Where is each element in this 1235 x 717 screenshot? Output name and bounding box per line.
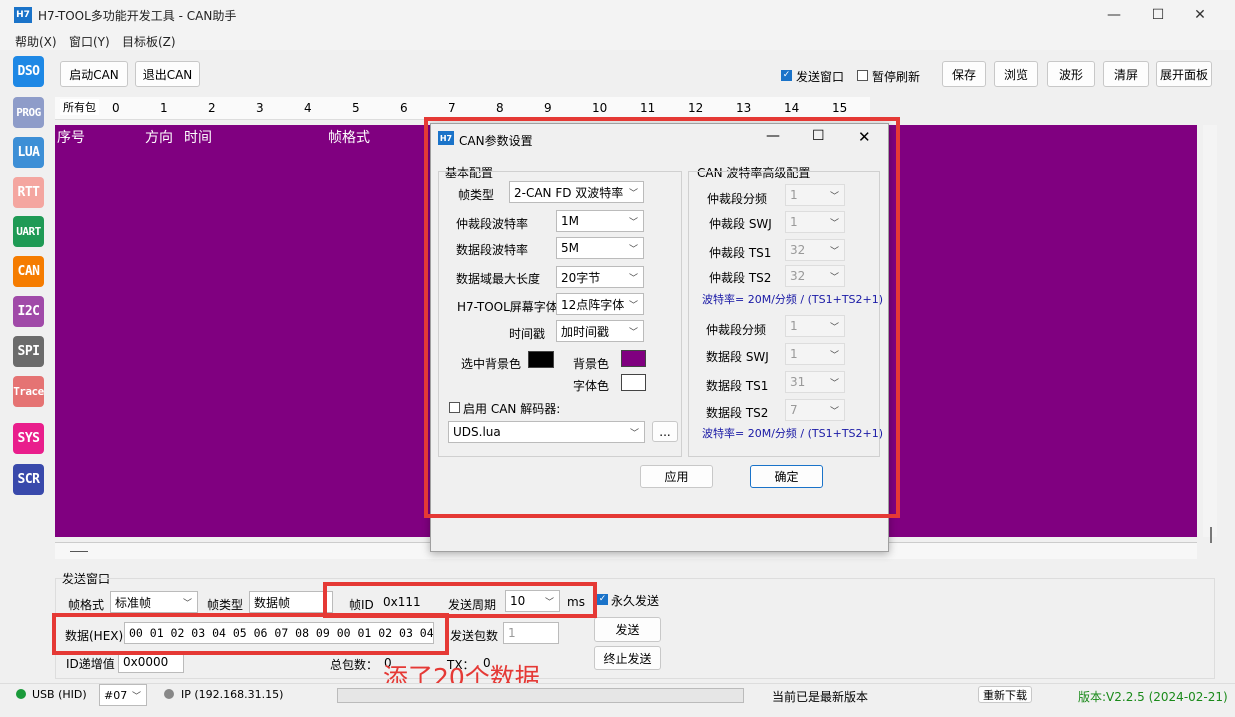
- send-window-label: 发送窗口: [796, 70, 845, 84]
- tab-8[interactable]: 8: [496, 101, 504, 115]
- chevron-down-icon: ﹀: [131, 692, 141, 702]
- splitter-handle[interactable]: [70, 551, 88, 552]
- ip-status: IP (192.168.31.15): [181, 688, 284, 701]
- tab-1[interactable]: 1: [160, 101, 168, 115]
- tab-9[interactable]: 9: [544, 101, 552, 115]
- tab-12[interactable]: 12: [688, 101, 703, 115]
- sidebar-scr-button[interactable]: SCR: [13, 464, 44, 495]
- usb-status-led-icon: [16, 689, 26, 699]
- sidebar-trace-button[interactable]: Trace: [13, 376, 44, 407]
- device-value: #07: [104, 688, 128, 702]
- total-packets-label: 总包数：: [330, 658, 379, 672]
- frame-format-value: 标准帧: [115, 595, 152, 610]
- tab-10[interactable]: 10: [592, 101, 607, 115]
- sidebar-uart-button[interactable]: UART: [13, 216, 44, 247]
- stop-send-button[interactable]: 终止发送: [594, 646, 661, 670]
- frame-type-select[interactable]: 数据帧: [249, 591, 333, 613]
- save-button[interactable]: 保存: [942, 61, 986, 87]
- update-progress-bar: [337, 688, 744, 703]
- tab-6[interactable]: 6: [400, 101, 408, 115]
- exit-can-button[interactable]: 退出CAN: [135, 61, 200, 87]
- maximize-icon[interactable]: ☐: [1138, 4, 1178, 26]
- frame-format-label: 帧格式: [68, 598, 105, 612]
- sidebar-i2c-button[interactable]: I2C: [13, 296, 44, 327]
- version-label: 版本:V2.2.5 (2024-02-21): [1078, 690, 1228, 704]
- data-hex-highlight: [52, 613, 449, 655]
- tab-7[interactable]: 7: [448, 101, 456, 115]
- send-window-checkbox[interactable]: ✓: [781, 70, 792, 81]
- redownload-button[interactable]: 重新下载: [978, 686, 1032, 703]
- pause-refresh-checkbox[interactable]: [857, 70, 868, 81]
- window-title: H7-TOOL多功能开发工具 - CAN助手: [38, 9, 237, 23]
- sidebar-dso-button[interactable]: DSO: [13, 56, 44, 87]
- tab-11[interactable]: 11: [640, 101, 655, 115]
- scrollbar-thumb[interactable]: [1210, 527, 1212, 543]
- send-button[interactable]: 发送: [594, 617, 661, 642]
- tab-14[interactable]: 14: [784, 101, 799, 115]
- sidebar-prog-button[interactable]: PROG: [13, 97, 44, 128]
- forever-send-checkbox[interactable]: ✓: [597, 594, 608, 605]
- menu-target-board[interactable]: 目标板(Z): [122, 33, 176, 50]
- forever-send-label: 永久发送: [611, 594, 660, 608]
- update-status: 当前已是最新版本: [772, 690, 869, 704]
- ip-status-led-icon: [164, 689, 174, 699]
- tab-0[interactable]: 0: [112, 101, 120, 115]
- pause-refresh-label: 暂停刷新: [872, 70, 921, 84]
- sidebar-lua-button[interactable]: LUA: [13, 137, 44, 168]
- tab-2[interactable]: 2: [208, 101, 216, 115]
- frame-type-value: 数据帧: [254, 595, 291, 610]
- minimize-icon[interactable]: —: [1094, 4, 1134, 26]
- device-select[interactable]: #07 ﹀: [99, 684, 147, 706]
- menu-bar: [0, 30, 1235, 50]
- tab-5[interactable]: 5: [352, 101, 360, 115]
- id-increment-label: ID递增值: [66, 657, 115, 671]
- clear-button[interactable]: 清屏: [1103, 61, 1149, 87]
- tab-all[interactable]: 所有包: [60, 99, 99, 115]
- usb-status: USB (HID): [32, 688, 87, 701]
- log-header-seq: 序号: [57, 130, 85, 146]
- log-header-time: 时间: [184, 130, 212, 146]
- tab-4[interactable]: 4: [304, 101, 312, 115]
- menu-help[interactable]: 帮助(X): [15, 33, 57, 50]
- menu-window[interactable]: 窗口(Y): [69, 33, 110, 50]
- log-header-frame-format: 帧格式: [328, 130, 370, 146]
- send-count-input[interactable]: 1: [503, 622, 559, 644]
- app-logo-icon: H7: [14, 7, 32, 23]
- sidebar-spi-button[interactable]: SPI: [13, 336, 44, 367]
- frame-format-select[interactable]: 标准帧 ﹀: [110, 591, 198, 613]
- tab-15[interactable]: 15: [832, 101, 847, 115]
- browse-button[interactable]: 浏览: [994, 61, 1038, 87]
- chevron-down-icon: ﹀: [182, 599, 192, 609]
- tab-3[interactable]: 3: [256, 101, 264, 115]
- expand-panel-button[interactable]: 展开面板: [1156, 61, 1212, 87]
- dialog-highlight: [424, 117, 900, 518]
- start-can-button[interactable]: 启动CAN: [60, 61, 128, 87]
- close-icon[interactable]: ✕: [1180, 4, 1220, 26]
- sidebar-can-button[interactable]: CAN: [13, 256, 44, 287]
- sidebar-sys-button[interactable]: SYS: [13, 423, 44, 454]
- send-count-label: 发送包数: [450, 629, 499, 643]
- tab-13[interactable]: 13: [736, 101, 751, 115]
- log-header-direction: 方向: [145, 130, 173, 146]
- frame-type-label: 帧类型: [207, 598, 244, 612]
- log-scrollbar[interactable]: [1203, 125, 1217, 537]
- sidebar-rtt-button[interactable]: RTT: [13, 177, 44, 208]
- wave-button[interactable]: 波形: [1047, 61, 1095, 87]
